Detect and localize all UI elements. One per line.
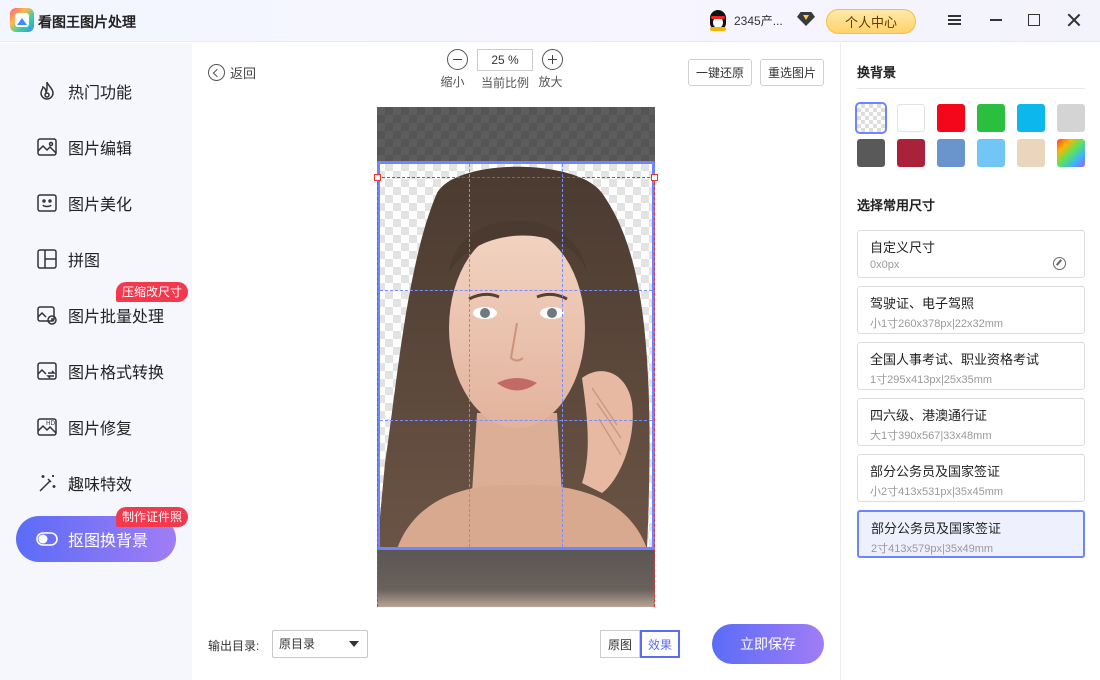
workspace: 返回 缩小 25 % 当前比例 放大 一键还原 重选图片 输出目录: 原目录 原… xyxy=(192,43,840,680)
sidebar-item-label: 图片格式转换 xyxy=(68,365,165,382)
toggle-icon xyxy=(36,532,58,546)
sidebar-item-hot[interactable]: 热门功能 xyxy=(16,68,176,114)
view-toggle: 原图 效果 xyxy=(600,630,680,658)
size-option[interactable]: 全国人事考试、职业资格考试 1寸295x413px|25x35mm xyxy=(857,342,1085,390)
bg-color-green[interactable] xyxy=(977,104,1005,132)
svg-text:HD: HD xyxy=(46,420,56,427)
personal-center-button[interactable]: 个人中心 xyxy=(826,9,916,34)
bg-color-beige[interactable] xyxy=(1017,139,1045,167)
crop-handle-right[interactable] xyxy=(651,174,658,181)
bg-color-steel-blue[interactable] xyxy=(937,139,965,167)
back-label: 返回 xyxy=(230,66,257,81)
sidebar-item-repair[interactable]: HD 图片修复 xyxy=(16,404,176,450)
output-dir-select[interactable]: 原目录 xyxy=(272,630,368,658)
bg-color-dark-gray[interactable] xyxy=(857,139,885,167)
bg-color-custom-rainbow[interactable] xyxy=(1057,139,1085,167)
sidebar-item-label: 图片美化 xyxy=(68,197,133,214)
bg-color-white[interactable] xyxy=(897,104,925,132)
right-panel: 换背景 选择常用尺寸 自定义尺寸 0x0px 驾驶证、电子驾照 小1寸260x3… xyxy=(840,43,1100,680)
save-button[interactable]: 立即保存 xyxy=(712,624,824,664)
chevron-down-icon xyxy=(349,641,359,647)
photo-canvas[interactable] xyxy=(374,107,658,607)
bg-color-red[interactable] xyxy=(937,104,965,132)
zoom-out-button[interactable]: 缩小 xyxy=(437,49,468,90)
sidebar-item-label: 图片编辑 xyxy=(68,141,133,158)
sidebar-item-effects[interactable]: 趣味特效 xyxy=(16,460,176,506)
sidebar-item-label: 图片修复 xyxy=(68,421,133,438)
image-beautify-icon xyxy=(37,194,57,212)
original-view-button[interactable]: 原图 xyxy=(600,630,640,658)
reselect-image-button[interactable]: 重选图片 xyxy=(760,59,824,86)
user-account[interactable]: 2345产... xyxy=(706,8,783,32)
sidebar-item-beautify[interactable]: 图片美化 xyxy=(16,180,176,226)
sidebar-item-edit[interactable]: 图片编辑 xyxy=(16,124,176,170)
size-section-title: 选择常用尺寸 xyxy=(857,198,936,213)
close-icon[interactable] xyxy=(1064,10,1084,30)
sidebar-item-format[interactable]: 图片格式转换 xyxy=(16,348,176,394)
image-edit-icon xyxy=(37,138,57,156)
title-bar: 看图王图片处理 2345产... 个人中心 xyxy=(0,0,1100,42)
plus-icon xyxy=(542,49,563,70)
format-convert-icon xyxy=(37,362,57,380)
sidebar: 热门功能 图片编辑 图片美化 拼图 图片批量处理 压缩改尺寸 图片格式转换 HD… xyxy=(0,43,192,680)
badge-id-photo: 制作证件照 xyxy=(116,507,189,527)
minimize-icon[interactable] xyxy=(986,10,1006,30)
bg-color-crimson[interactable] xyxy=(897,139,925,167)
hd-repair-icon: HD xyxy=(37,418,57,436)
batch-image-icon xyxy=(37,306,57,325)
zoom-in-label: 放大 xyxy=(538,75,563,89)
user-name: 2345产... xyxy=(734,13,783,28)
sidebar-item-collage[interactable]: 拼图 xyxy=(16,236,176,282)
zoom-out-label: 缩小 xyxy=(440,75,465,89)
edit-icon[interactable] xyxy=(1053,257,1066,270)
sidebar-item-label: 抠图换背景 xyxy=(68,533,149,550)
size-option[interactable]: 部分公务员及国家签证 小2寸413x531px|35x45mm xyxy=(857,454,1085,502)
guide-line-top xyxy=(377,177,655,178)
minus-icon xyxy=(447,49,468,70)
bg-color-transparent[interactable] xyxy=(855,102,887,134)
output-dir-value: 原目录 xyxy=(279,637,316,651)
size-option[interactable]: 四六级、港澳通行证 大1寸390x567|33x48mm xyxy=(857,398,1085,446)
sidebar-item-label: 趣味特效 xyxy=(68,477,133,494)
magic-wand-icon xyxy=(39,475,56,492)
restore-button[interactable]: 一键还原 xyxy=(688,59,752,86)
back-arrow-icon xyxy=(208,64,225,81)
badge-compress-resize: 压缩改尺寸 xyxy=(116,282,189,302)
crop-frame[interactable] xyxy=(377,161,655,550)
guide-line-left xyxy=(377,177,378,607)
app-logo-icon xyxy=(10,8,34,32)
bg-color-cyan[interactable] xyxy=(1017,104,1045,132)
app-title: 看图王图片处理 xyxy=(38,14,136,30)
zoom-in-button[interactable]: 放大 xyxy=(538,49,563,90)
maximize-icon[interactable] xyxy=(1024,10,1044,30)
effect-view-button[interactable]: 效果 xyxy=(640,630,680,658)
output-dir-label: 输出目录: xyxy=(208,639,260,653)
sidebar-item-label: 拼图 xyxy=(68,253,101,270)
background-section-title: 换背景 xyxy=(857,65,897,80)
menu-icon[interactable] xyxy=(944,10,964,30)
qq-penguin-icon xyxy=(706,8,730,32)
sidebar-item-label: 热门功能 xyxy=(68,85,133,102)
sidebar-item-label: 图片批量处理 xyxy=(68,309,165,326)
flame-icon xyxy=(40,81,54,100)
bg-color-sky-blue[interactable] xyxy=(977,139,1005,167)
zoom-current-label: 当前比例 xyxy=(480,76,529,90)
zoom-input[interactable]: 25 % xyxy=(477,49,533,71)
bg-color-light-gray[interactable] xyxy=(1057,104,1085,132)
back-button[interactable]: 返回 xyxy=(208,63,256,82)
zoom-level: 25 % 当前比例 xyxy=(477,49,537,91)
guide-line-right xyxy=(654,177,655,607)
collage-icon xyxy=(37,249,57,269)
vip-diamond-icon[interactable] xyxy=(797,12,817,28)
size-option-custom[interactable]: 自定义尺寸 0x0px xyxy=(857,230,1085,278)
size-option-selected[interactable]: 部分公务员及国家签证 2寸413x579px|35x49mm xyxy=(857,510,1085,558)
crop-handle-left[interactable] xyxy=(374,174,381,181)
size-option[interactable]: 驾驶证、电子驾照 小1寸260x378px|22x32mm xyxy=(857,286,1085,334)
